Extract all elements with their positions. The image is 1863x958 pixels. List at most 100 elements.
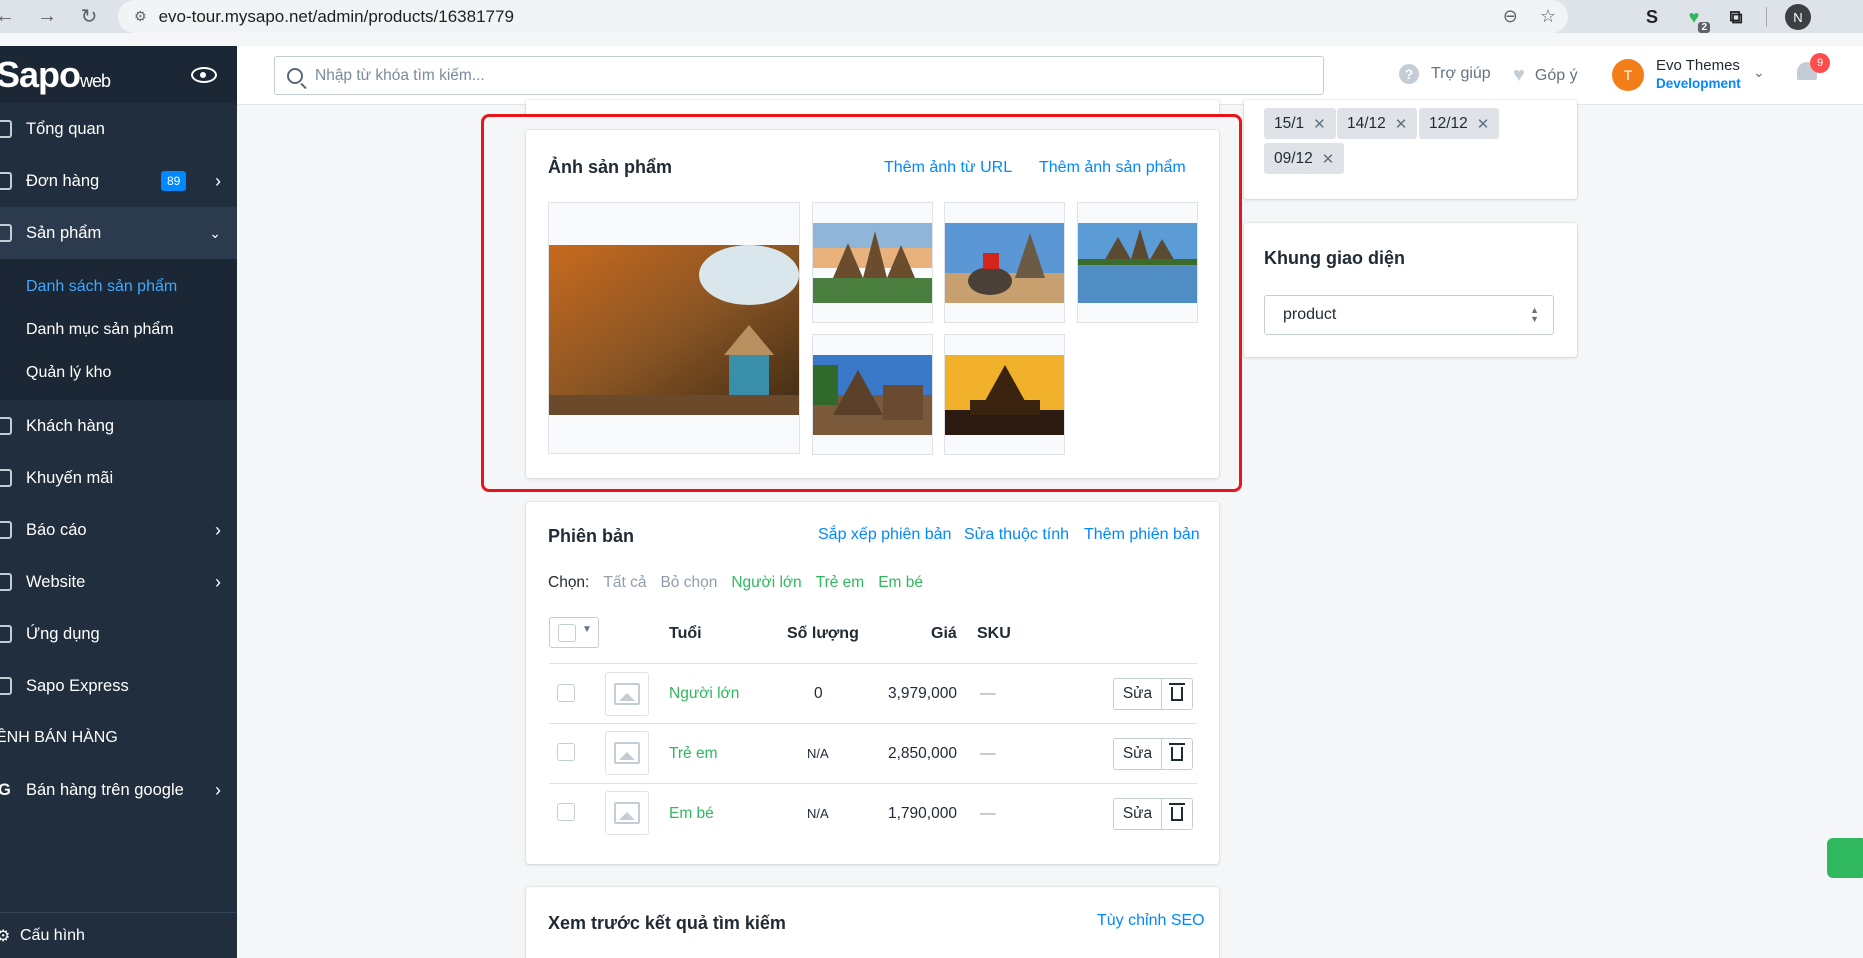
notification-bell-icon[interactable]: 9 [1797, 53, 1830, 86]
extension-shield-icon[interactable]: ♥ 2 [1682, 5, 1710, 33]
sidebar-item-settings[interactable]: ⚙ Cấu hình [0, 912, 237, 958]
delete-button[interactable] [1162, 799, 1192, 829]
row-actions: Sửa [1113, 738, 1193, 770]
help-button[interactable]: ? Trợ giúp [1399, 64, 1491, 84]
tag-label: 09/12 [1274, 149, 1313, 167]
home-icon [0, 120, 12, 138]
zoom-icon[interactable]: ⊖ [1503, 6, 1518, 27]
sidebar-item-promotions[interactable]: Khuyến mãi [0, 452, 237, 504]
bulk-select-dropdown[interactable]: ▼ [549, 617, 599, 648]
chat-icon[interactable] [1827, 838, 1863, 878]
row-checkbox[interactable] [557, 684, 575, 702]
report-icon [0, 521, 12, 539]
variant-name-link[interactable]: Người lớn [669, 685, 739, 703]
tag-label: 14/12 [1347, 114, 1386, 132]
website-icon [0, 573, 12, 591]
profile-avatar[interactable]: N [1785, 4, 1811, 30]
variant-sku: — [980, 745, 996, 762]
back-icon[interactable]: ← [0, 2, 20, 32]
sidebar-item-products[interactable]: Sản phẩm ⌄ [0, 207, 237, 259]
product-box-icon [0, 224, 12, 242]
close-icon[interactable]: ✕ [1477, 115, 1490, 133]
close-icon[interactable]: ✕ [1313, 115, 1326, 133]
chevron-right-icon: › [215, 170, 221, 191]
delete-button[interactable] [1162, 739, 1192, 769]
edit-button[interactable]: Sửa [1114, 799, 1162, 829]
chevron-down-icon[interactable]: ⌄ [1753, 64, 1765, 81]
column-header-price: Giá [931, 625, 957, 642]
chevron-right-icon: › [215, 519, 221, 540]
close-icon[interactable]: ✕ [1322, 150, 1335, 168]
reload-icon[interactable]: ↻ [74, 2, 104, 32]
card-title: Khung giao diện [1264, 248, 1405, 268]
extension-s-icon[interactable]: S [1640, 5, 1664, 29]
variant-image-placeholder[interactable] [605, 731, 649, 775]
trash-icon [1169, 803, 1185, 821]
sidebar-item-label: Khuyến mãi [26, 468, 114, 487]
sidebar-item-google[interactable]: G Bán hàng trên google › [0, 764, 237, 816]
sidebar: Sapoweb Tổng quan Đơn hàng 89 › Sản phẩm ⌄ … [0, 46, 237, 958]
trash-icon [1169, 743, 1185, 761]
chevron-right-icon: › [215, 779, 221, 800]
edit-button[interactable]: Sửa [1114, 739, 1162, 769]
edit-button[interactable]: Sửa [1114, 679, 1162, 709]
sidebar-item-sapo-express[interactable]: Sapo Express [0, 660, 237, 712]
sidebar-item-customers[interactable]: Khách hàng [0, 400, 237, 452]
chevron-down-icon: ⌄ [209, 224, 221, 241]
layout-select[interactable]: product ▲ ▼ [1264, 295, 1554, 335]
edit-attributes-link[interactable]: Sửa thuộc tính [964, 526, 1069, 544]
sidebar-item-website[interactable]: Website › [0, 556, 237, 608]
sidebar-item-label: Báo cáo [26, 520, 87, 539]
tag-label: 12/12 [1429, 114, 1468, 132]
variant-image-placeholder[interactable] [605, 791, 649, 835]
sidebar-item-reports[interactable]: Báo cáo › [0, 504, 237, 556]
sidebar-subitem-product-category[interactable]: Danh mục sản phẩm [0, 308, 237, 351]
extensions-puzzle-icon[interactable]: ⧉ [1724, 5, 1748, 29]
user-name[interactable]: Evo Themes [1656, 57, 1740, 74]
filter-baby-link[interactable]: Em bé [878, 574, 923, 592]
sidebar-subitem-inventory[interactable]: Quản lý kho [0, 351, 237, 394]
trash-icon [1169, 683, 1185, 701]
variant-name-link[interactable]: Trẻ em [669, 745, 718, 763]
variant-image-placeholder[interactable] [605, 672, 649, 716]
sales-channels-heading: ÊNH BÁN HÀNG [0, 729, 118, 746]
orders-icon [0, 172, 12, 190]
row-actions: Sửa [1113, 798, 1193, 830]
variant-name-link[interactable]: Em bé [669, 805, 714, 823]
site-settings-icon[interactable]: ⚙ [134, 8, 147, 25]
forward-icon[interactable]: → [32, 2, 62, 32]
sidebar-subitem-product-list[interactable]: Danh sách sản phẩm [0, 265, 237, 308]
close-icon[interactable]: ✕ [1395, 115, 1408, 133]
row-checkbox[interactable] [557, 743, 575, 761]
filter-all-link[interactable]: Tất cả [603, 574, 646, 592]
customize-seo-link[interactable]: Tùy chỉnh SEO [1097, 912, 1205, 930]
add-variant-link[interactable]: Thêm phiên bản [1084, 526, 1200, 544]
sort-variants-link[interactable]: Sắp xếp phiên bản [818, 526, 951, 544]
user-store[interactable]: Development [1656, 76, 1741, 91]
sidebar-item-overview[interactable]: Tổng quan [0, 103, 237, 155]
sidebar-item-apps[interactable]: Ứng dụng [0, 608, 237, 660]
sidebar-item-orders[interactable]: Đơn hàng 89 › [0, 155, 237, 207]
search-input[interactable]: Nhập từ khóa tìm kiếm... [274, 56, 1324, 95]
tags-card: 15/1 ✕ 14/12 ✕ 12/12 ✕ 09/12 ✕ [1244, 100, 1577, 199]
delete-button[interactable] [1162, 679, 1192, 709]
feedback-button[interactable]: ♥ Góp ý [1513, 64, 1578, 87]
address-bar[interactable]: ⚙ evo-tour.mysapo.net/admin/products/163… [118, 0, 1568, 33]
bookmark-star-icon[interactable]: ☆ [1540, 6, 1556, 27]
row-checkbox[interactable] [557, 803, 575, 821]
sidebar-item-label: Website [26, 572, 86, 591]
eye-icon[interactable] [191, 66, 217, 83]
filter-none-link[interactable]: Bỏ chọn [660, 574, 717, 592]
row-actions: Sửa [1113, 678, 1193, 710]
variant-sku: — [980, 685, 996, 702]
filter-adult-link[interactable]: Người lớn [731, 574, 801, 592]
google-icon: G [0, 780, 11, 799]
select-all-checkbox[interactable] [558, 624, 576, 642]
layout-select-value: product [1283, 306, 1337, 323]
search-placeholder: Nhập từ khóa tìm kiếm... [315, 66, 485, 84]
variant-quantity: N/A [807, 806, 829, 821]
user-avatar[interactable]: T [1612, 59, 1644, 91]
filter-child-link[interactable]: Trẻ em [816, 574, 865, 592]
sapo-logo[interactable]: Sapoweb [0, 54, 111, 96]
orders-count-badge: 89 [161, 171, 187, 191]
